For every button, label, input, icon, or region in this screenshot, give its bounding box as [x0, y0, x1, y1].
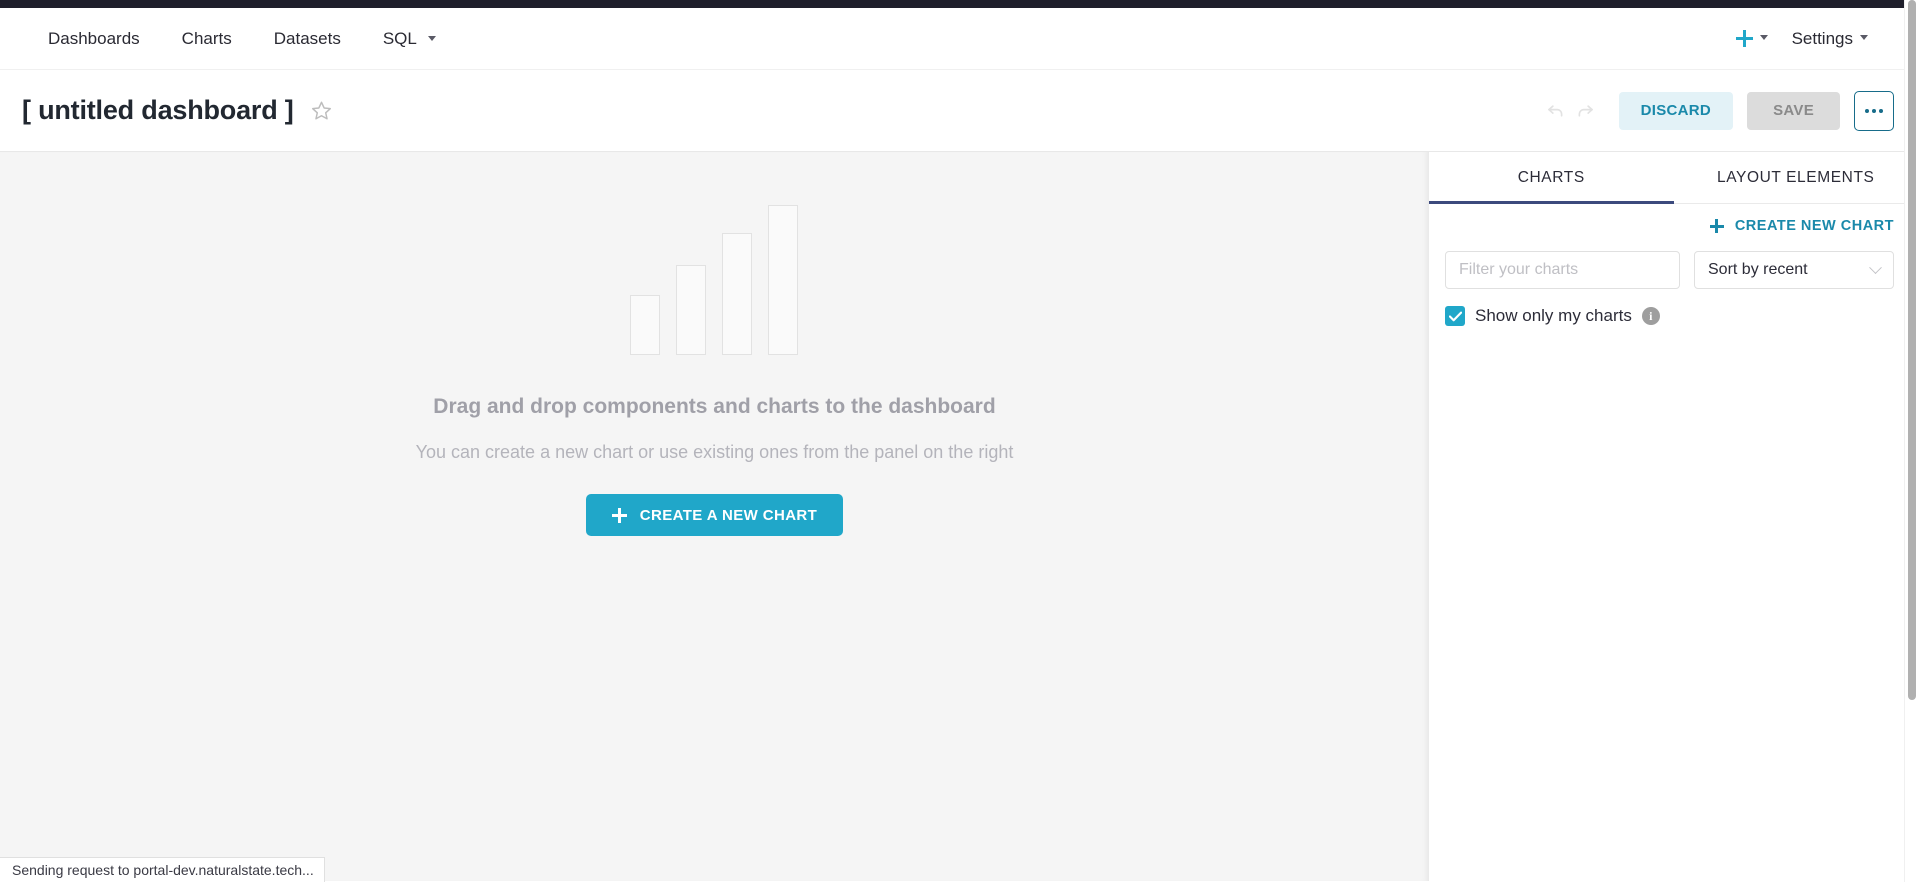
illustration-bar [630, 295, 661, 355]
panel-controls: Sort by recent [1429, 234, 1918, 289]
chevron-down-icon [1759, 35, 1768, 40]
show-only-my-charts-checkbox[interactable] [1445, 306, 1465, 326]
ellipsis-icon [1879, 108, 1883, 113]
show-only-my-charts-label: Show only my charts [1475, 306, 1632, 325]
ellipsis-icon [1872, 108, 1876, 113]
chevron-down-icon [427, 35, 436, 41]
create-a-new-chart-button[interactable]: CREATE A NEW CHART [585, 494, 844, 536]
chevron-down-icon [1869, 260, 1882, 274]
empty-state: Drag and drop components and charts to t… [415, 183, 1014, 536]
nav-item-charts-label: Charts [181, 28, 232, 48]
nav-item-charts[interactable]: Charts [161, 8, 253, 70]
discard-button[interactable]: DISCARD [1618, 91, 1734, 130]
tab-layout-elements[interactable]: LAYOUT ELEMENTS [1674, 152, 1918, 203]
nav-item-dashboards-label: Dashboards [48, 28, 140, 48]
main-navbar: Dashboards Charts Datasets SQL Settings [0, 8, 1918, 70]
settings-menu[interactable]: Settings [1782, 29, 1884, 49]
sort-by-value: Sort by recent [1708, 261, 1808, 278]
create-a-new-chart-label: CREATE A NEW CHART [639, 506, 818, 524]
undo-button[interactable] [1541, 96, 1571, 126]
tab-charts[interactable]: CHARTS [1429, 152, 1674, 204]
dashboard-body: Drag and drop components and charts to t… [0, 152, 1918, 881]
create-new-chart-label: CREATE NEW CHART [1734, 218, 1894, 234]
create-new-chart-link[interactable]: CREATE NEW CHART [1709, 218, 1894, 234]
filter-charts-input[interactable] [1445, 251, 1680, 289]
new-item-button[interactable] [1722, 30, 1782, 47]
bar-chart-outline-icon [630, 183, 799, 355]
chevron-down-icon [1860, 35, 1868, 40]
illustration-bar [676, 265, 707, 355]
page-title[interactable]: [ untitled dashboard ] [22, 95, 294, 126]
save-button[interactable]: SAVE [1747, 91, 1840, 130]
illustration-bar [722, 233, 753, 355]
more-options-button[interactable] [1854, 90, 1894, 131]
nav-item-datasets[interactable]: Datasets [253, 8, 362, 70]
page-scrollbar[interactable] [1904, 0, 1918, 882]
empty-state-subtitle: You can create a new chart or use existi… [415, 442, 1014, 462]
settings-label: Settings [1791, 28, 1853, 48]
plus-icon [1709, 219, 1724, 233]
nav-item-sql-label: SQL [382, 28, 417, 48]
tab-layout-elements-label: LAYOUT ELEMENTS [1717, 168, 1875, 186]
nav-item-sql[interactable]: SQL [362, 8, 457, 70]
page-scrollbar-thumb[interactable] [1908, 0, 1916, 700]
panel-create-row: CREATE NEW CHART [1429, 204, 1918, 234]
dashboard-header: [ untitled dashboard ] DISCARD SAVE [0, 70, 1918, 152]
redo-button[interactable] [1571, 96, 1601, 126]
illustration-bar [768, 205, 799, 355]
dashboard-canvas[interactable]: Drag and drop components and charts to t… [0, 152, 1429, 881]
nav-item-dashboards[interactable]: Dashboards [34, 8, 161, 70]
plus-icon [611, 507, 627, 523]
favorite-star-icon[interactable] [311, 100, 332, 121]
tab-charts-label: CHARTS [1517, 168, 1585, 186]
nav-right-actions: Settings [1722, 29, 1894, 49]
panel-tabs: CHARTS LAYOUT ELEMENTS [1429, 152, 1918, 204]
empty-state-title: Drag and drop components and charts to t… [433, 395, 996, 418]
nav-item-datasets-label: Datasets [273, 28, 341, 48]
ellipsis-icon [1865, 108, 1869, 113]
show-only-my-charts-row: Show only my charts i [1429, 289, 1918, 326]
info-circle-icon[interactable]: i [1641, 307, 1660, 325]
header-actions: DISCARD SAVE [1541, 90, 1894, 131]
status-bar: Sending request to portal-dev.naturalsta… [0, 857, 325, 882]
sort-by-select[interactable]: Sort by recent [1694, 251, 1894, 289]
plus-icon [1735, 30, 1753, 47]
nav-links: Dashboards Charts Datasets SQL [34, 8, 457, 70]
right-panel: CHARTS LAYOUT ELEMENTS CREATE NEW CHART … [1429, 152, 1918, 881]
